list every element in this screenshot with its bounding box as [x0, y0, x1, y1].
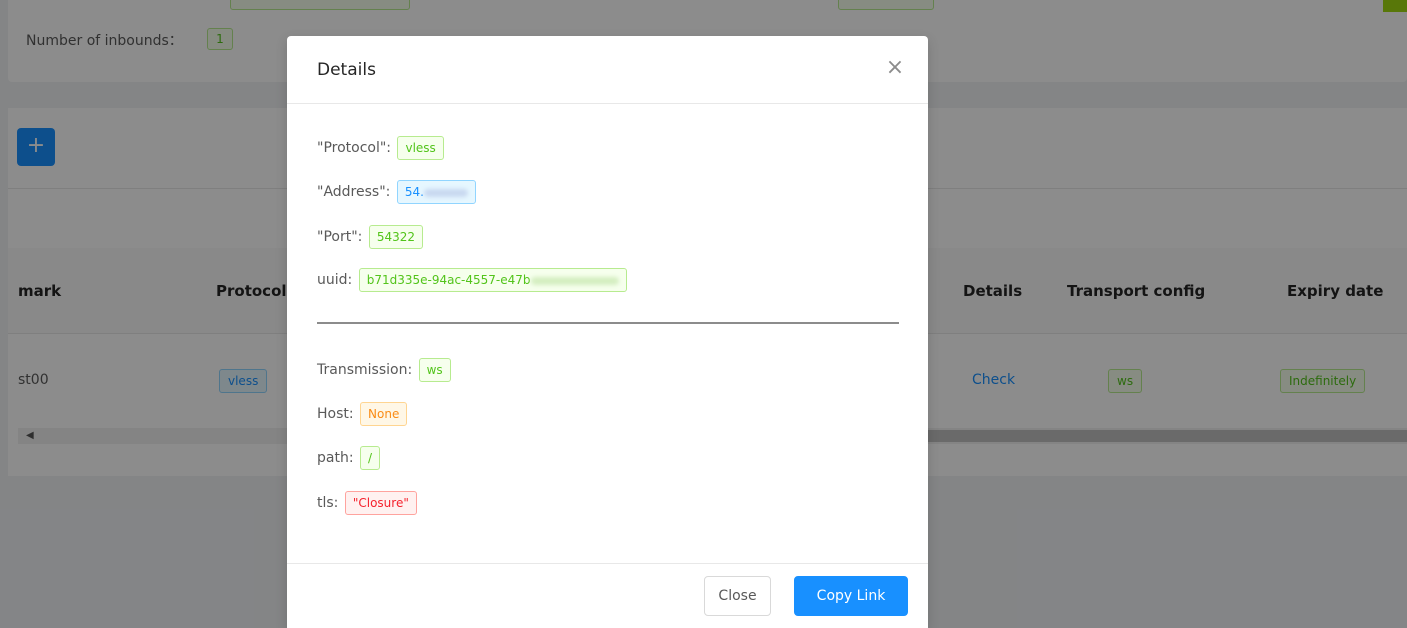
- address-row: "Address": 54.: [317, 180, 476, 204]
- host-value-tag: None: [360, 402, 408, 426]
- transmission-row: Transmission: ws: [317, 358, 451, 382]
- section-divider: [317, 322, 899, 324]
- copy-link-button[interactable]: Copy Link: [794, 576, 908, 616]
- tls-label: tls:: [317, 495, 339, 511]
- port-label: "Port":: [317, 229, 363, 245]
- close-button[interactable]: Close: [704, 576, 771, 616]
- redacted-uuid: [530, 276, 619, 285]
- modal-title: Details: [317, 60, 376, 80]
- uuid-value: b71d335e-94ac-4557-e47b: [366, 273, 531, 287]
- tls-row: tls: "Closure": [317, 491, 417, 515]
- tls-value-tag: "Closure": [344, 491, 417, 515]
- transmission-label: Transmission:: [317, 362, 413, 378]
- path-label: path:: [317, 450, 354, 466]
- path-value-tag: /: [360, 446, 381, 470]
- details-modal: Details × "Protocol": vless "Address": 5…: [287, 36, 928, 628]
- host-row: Host: None: [317, 402, 408, 426]
- modal-header: Details ×: [287, 36, 928, 104]
- address-label: "Address":: [317, 184, 391, 200]
- address-value: 54.: [404, 185, 424, 199]
- protocol-value-tag: vless: [397, 136, 444, 160]
- redacted-address: [423, 188, 468, 197]
- uuid-value-tag: b71d335e-94ac-4557-e47b: [358, 268, 627, 292]
- close-icon[interactable]: ×: [885, 57, 905, 79]
- port-row: "Port": 54322: [317, 225, 423, 249]
- port-value-tag: 54322: [368, 225, 423, 249]
- path-row: path: /: [317, 446, 381, 470]
- host-label: Host:: [317, 406, 354, 422]
- uuid-row: uuid: b71d335e-94ac-4557-e47b: [317, 268, 627, 292]
- uuid-label: uuid:: [317, 272, 353, 288]
- address-value-tag: 54.: [396, 180, 476, 204]
- protocol-label: "Protocol":: [317, 140, 392, 156]
- protocol-row: "Protocol": vless: [317, 136, 444, 160]
- transmission-value-tag: ws: [418, 358, 451, 382]
